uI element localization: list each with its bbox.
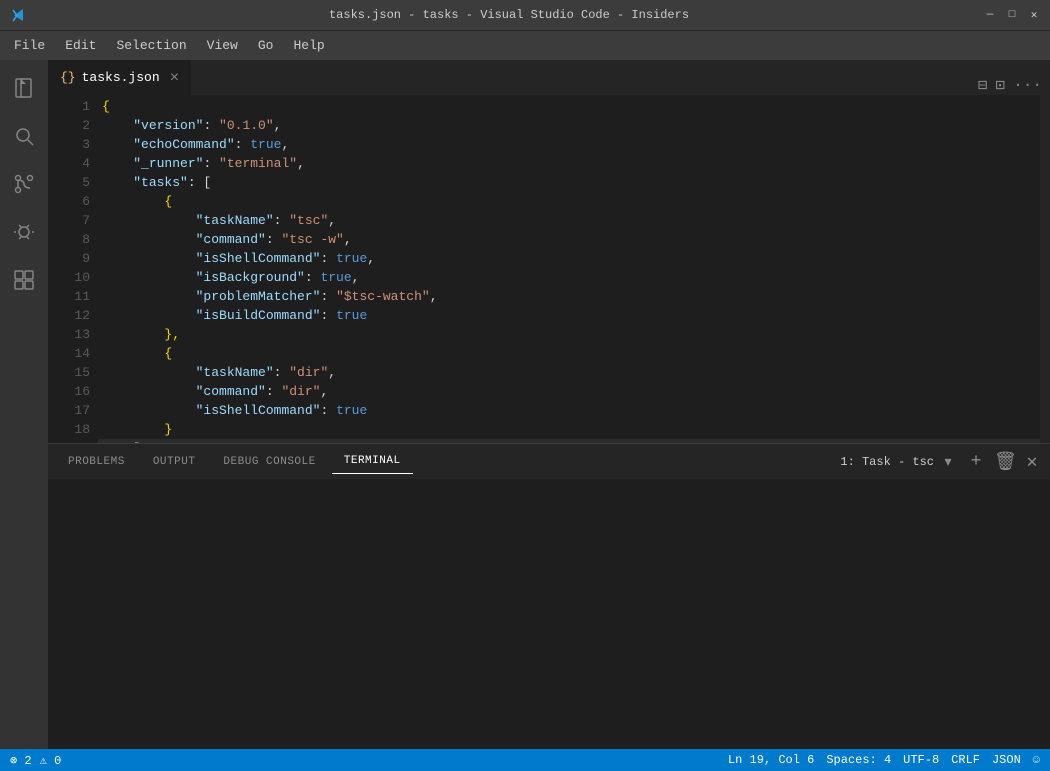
tab-label: tasks.json (82, 70, 160, 85)
menu-item-file[interactable]: File (4, 34, 55, 57)
terminal-dropdown-icon[interactable]: ▾ (938, 451, 958, 473)
code-line: "isBuildCommand": true (98, 306, 1040, 325)
window-title: tasks.json - tasks - Visual Studio Code … (34, 8, 984, 22)
status-encoding[interactable]: UTF-8 (903, 753, 939, 767)
menubar: FileEditSelectionViewGoHelp (0, 30, 1050, 60)
line-number: 17 (56, 401, 90, 420)
editor-content[interactable]: 1234567891011121314151617181920 { "versi… (48, 95, 1050, 443)
tab-actions: ⊟ ⊡ ··· (978, 75, 1050, 95)
main-container: {} tasks.json × ⊟ ⊡ ··· 1234567891011121… (0, 60, 1050, 749)
code-line: }, (98, 325, 1040, 344)
tab-terminal[interactable]: TERMINAL (332, 449, 413, 474)
menu-item-view[interactable]: View (197, 34, 248, 57)
line-number: 4 (56, 154, 90, 173)
line-number: 10 (56, 268, 90, 287)
status-errors[interactable]: ⊗ 2 (10, 753, 32, 768)
panel: PROBLEMS OUTPUT DEBUG CONSOLE TERMINAL 1… (48, 443, 1050, 749)
line-number: 6 (56, 192, 90, 211)
menu-item-selection[interactable]: Selection (106, 34, 196, 57)
status-language[interactable]: JSON (992, 753, 1021, 767)
panel-tabs: PROBLEMS OUTPUT DEBUG CONSOLE TERMINAL 1… (48, 444, 1050, 479)
menu-item-edit[interactable]: Edit (55, 34, 106, 57)
line-number: 13 (56, 325, 90, 344)
editor-area: {} tasks.json × ⊟ ⊡ ··· 1234567891011121… (48, 60, 1050, 749)
line-number: 14 (56, 344, 90, 363)
activity-debug-icon[interactable] (0, 208, 48, 256)
code-line: { (98, 344, 1040, 363)
status-line-ending[interactable]: CRLF (951, 753, 980, 767)
line-number: 19 (56, 439, 90, 443)
tab-tasks-json[interactable]: {} tasks.json × (48, 60, 192, 95)
line-number: 2 (56, 116, 90, 135)
line-number: 7 (56, 211, 90, 230)
code-line: "taskName": "tsc", (98, 211, 1040, 230)
close-button[interactable]: ✕ (1028, 8, 1040, 22)
line-number: 12 (56, 306, 90, 325)
minimize-button[interactable]: — (984, 9, 996, 21)
line-number: 5 (56, 173, 90, 192)
code-line: "isShellCommand": true (98, 401, 1040, 420)
toggle-layout-icon[interactable]: ⊡ (996, 75, 1006, 95)
activity-extensions-icon[interactable] (0, 256, 48, 304)
window-controls: — □ ✕ (984, 8, 1040, 22)
split-editor-icon[interactable]: ⊟ (978, 75, 988, 95)
code-line: "isShellCommand": true, (98, 249, 1040, 268)
tab-output[interactable]: OUTPUT (141, 450, 208, 474)
terminal-content[interactable] (48, 479, 1050, 749)
tab-problems[interactable]: PROBLEMS (56, 450, 137, 474)
kill-terminal-icon[interactable]: 🗑 (994, 451, 1014, 473)
activity-search-icon[interactable] (0, 112, 48, 160)
line-number: 18 (56, 420, 90, 439)
code-line: ] (98, 439, 1040, 443)
status-bar: ⊗ 2 ⚠ 0 Ln 19, Col 6 Spaces: 4 UTF-8 CRL… (0, 749, 1050, 771)
code-line: "tasks": [ (98, 173, 1040, 192)
maximize-button[interactable]: □ (1006, 9, 1018, 21)
code-line: "isBackground": true, (98, 268, 1040, 287)
code-line: } (98, 420, 1040, 439)
line-number: 11 (56, 287, 90, 306)
code-line: { (98, 97, 1040, 116)
line-numbers: 1234567891011121314151617181920 (48, 95, 98, 443)
code-line: "echoCommand": true, (98, 135, 1040, 154)
more-actions-icon[interactable]: ··· (1013, 76, 1042, 94)
code-line: "version": "0.1.0", (98, 116, 1040, 135)
app-icon (10, 7, 26, 23)
titlebar: tasks.json - tasks - Visual Studio Code … (0, 0, 1050, 30)
scrollbar[interactable] (1040, 95, 1050, 443)
line-number: 1 (56, 97, 90, 116)
status-smiley[interactable]: ☺ (1033, 753, 1040, 767)
code-line: "problemMatcher": "$tsc-watch", (98, 287, 1040, 306)
code-line: "command": "dir", (98, 382, 1040, 401)
line-number: 3 (56, 135, 90, 154)
activity-bar (0, 60, 48, 749)
panel-actions: 1: Task - tsc ▾ + 🗑 ✕ (840, 451, 1042, 473)
tab-bar: {} tasks.json × ⊟ ⊡ ··· (48, 60, 1050, 95)
menu-item-help[interactable]: Help (283, 34, 334, 57)
activity-files-icon[interactable] (0, 64, 48, 112)
status-bar-right: Ln 19, Col 6 Spaces: 4 UTF-8 CRLF JSON ☺ (728, 753, 1040, 767)
tab-debug-console[interactable]: DEBUG CONSOLE (211, 450, 327, 474)
line-number: 15 (56, 363, 90, 382)
menu-item-go[interactable]: Go (248, 34, 284, 57)
activity-source-control-icon[interactable] (0, 160, 48, 208)
status-warnings[interactable]: ⚠ 0 (40, 753, 62, 768)
tab-file-icon: {} (60, 70, 76, 85)
code-line: "taskName": "dir", (98, 363, 1040, 382)
tab-close-button[interactable]: × (170, 69, 180, 87)
status-spaces[interactable]: Spaces: 4 (826, 753, 891, 767)
line-number: 9 (56, 249, 90, 268)
line-number: 8 (56, 230, 90, 249)
terminal-select[interactable]: 1: Task - tsc ▾ (840, 451, 958, 473)
close-panel-icon[interactable]: ✕ (1022, 451, 1042, 473)
code-line: "command": "tsc -w", (98, 230, 1040, 249)
terminal-label: 1: Task - tsc (840, 455, 934, 469)
line-number: 16 (56, 382, 90, 401)
status-position[interactable]: Ln 19, Col 6 (728, 753, 814, 767)
status-bar-left: ⊗ 2 ⚠ 0 (10, 753, 61, 768)
code-line: { (98, 192, 1040, 211)
code-line: "_runner": "terminal", (98, 154, 1040, 173)
code-area[interactable]: { "version": "0.1.0", "echoCommand": tru… (98, 95, 1040, 443)
new-terminal-icon[interactable]: + (966, 452, 986, 472)
